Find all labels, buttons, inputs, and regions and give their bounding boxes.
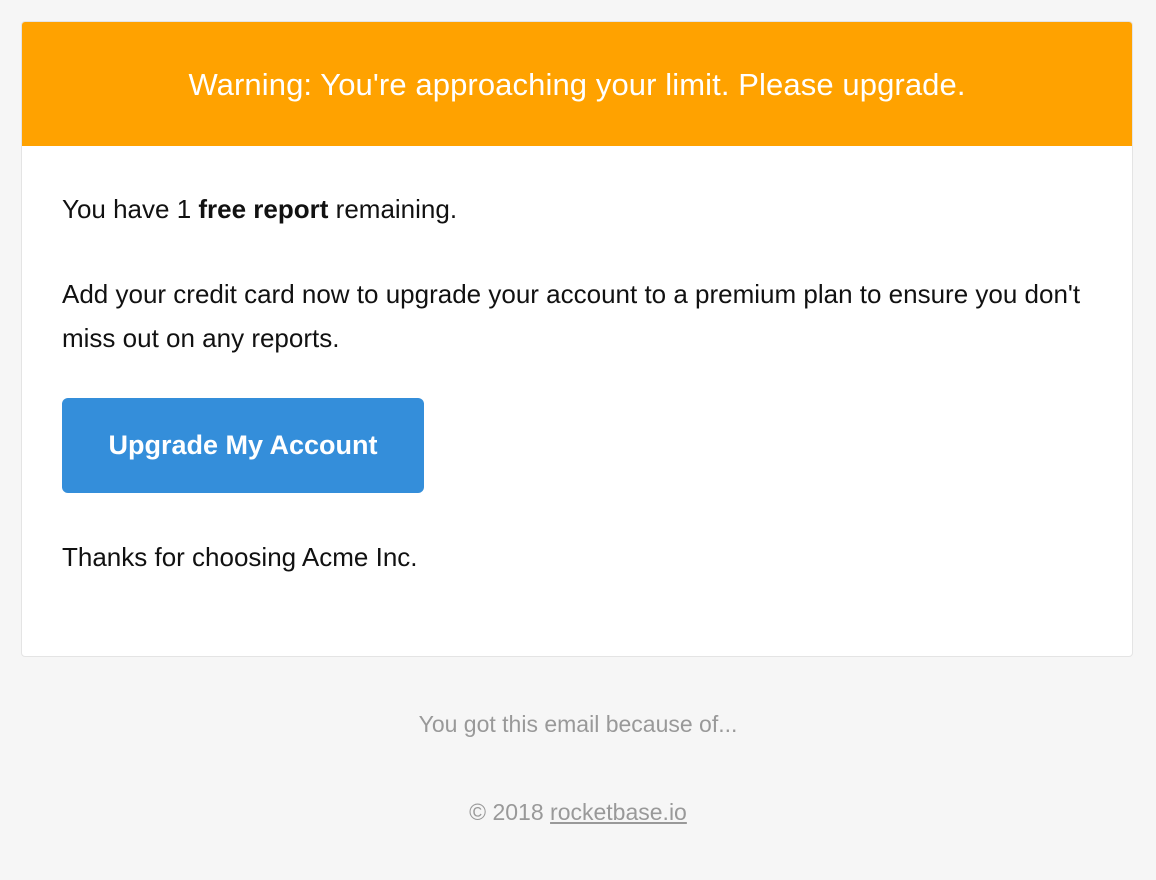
- line1-prefix: You have 1: [62, 194, 199, 224]
- line1-suffix: remaining.: [328, 194, 458, 224]
- footer-reason-text: You got this email because of...: [418, 711, 738, 737]
- footer-copyright: © 2018 rocketbase.io: [0, 799, 1156, 826]
- warning-banner-text: Warning: You're approaching your limit. …: [188, 67, 966, 102]
- email-card: Warning: You're approaching your limit. …: [21, 21, 1133, 657]
- upgrade-my-account-button[interactable]: Upgrade My Account: [62, 398, 424, 493]
- upgrade-instructions-text: Add your credit card now to upgrade your…: [62, 279, 1081, 353]
- copyright-text: © 2018: [469, 799, 551, 825]
- warning-banner: Warning: You're approaching your limit. …: [22, 22, 1132, 146]
- free-report-emphasis: free report: [198, 194, 329, 224]
- closing-text: Thanks for choosing Acme Inc.: [62, 542, 418, 572]
- rocketbase-link[interactable]: rocketbase.io: [550, 799, 687, 825]
- email-page: Warning: You're approaching your limit. …: [0, 0, 1156, 880]
- free-report-remaining-text: You have 1 free report remaining.: [62, 187, 457, 231]
